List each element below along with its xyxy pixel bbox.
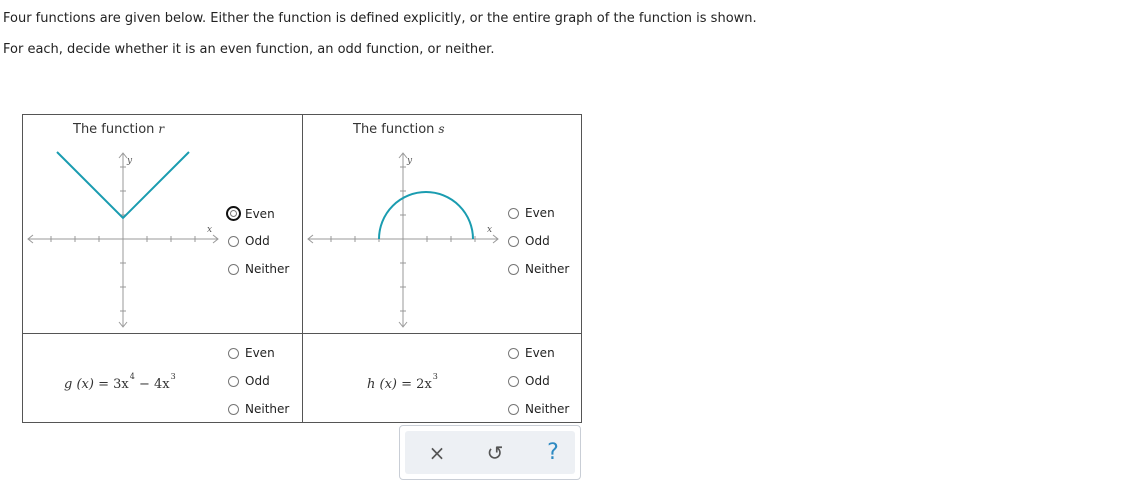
option-r-neither[interactable]: Neither	[228, 262, 289, 276]
answer-toolbar: × ↺ ?	[399, 425, 581, 480]
undo-icon[interactable]: ↺	[483, 441, 507, 465]
formula-h: h (x) = 2x3	[367, 372, 438, 392]
option-g-neither[interactable]: Neither	[228, 402, 289, 416]
graph-s: y x	[307, 152, 499, 328]
radio-h-neither[interactable]	[508, 403, 519, 415]
radio-s-odd[interactable]	[508, 235, 519, 247]
graph-s-x-label: x	[487, 225, 492, 235]
clear-icon[interactable]: ×	[425, 441, 449, 465]
radio-r-odd[interactable]	[228, 235, 239, 247]
instructions-line-1: Four functions are given below. Either t…	[3, 11, 757, 26]
graph-r-y-label: y	[126, 156, 133, 166]
radio-s-neither[interactable]	[508, 263, 519, 275]
answer-toolbar-inner: × ↺ ?	[405, 431, 575, 474]
option-s-odd[interactable]: Odd	[508, 234, 550, 248]
radio-h-odd[interactable]	[508, 375, 519, 387]
formula-g: g (x) = 3x4 − 4x3	[64, 372, 176, 392]
graph-s-y-label: y	[406, 156, 413, 166]
option-s-even[interactable]: Even	[508, 206, 555, 220]
radio-g-odd[interactable]	[228, 375, 239, 387]
graph-r: y x	[27, 151, 219, 328]
cell-function-h: h (x) = 2x3 Even Odd Neither	[303, 334, 581, 422]
graph-s-curve	[378, 191, 474, 240]
instructions-line-2: For each, decide whether it is an even f…	[3, 42, 495, 57]
radio-g-neither[interactable]	[228, 403, 239, 415]
option-r-odd[interactable]: Odd	[228, 234, 270, 248]
option-h-odd[interactable]: Odd	[508, 374, 550, 388]
cell-function-s: The function s y x Even Odd Neither	[303, 115, 581, 334]
radio-r-even[interactable]	[226, 206, 241, 221]
option-r-even[interactable]: Even	[226, 206, 275, 221]
radio-g-even[interactable]	[228, 347, 239, 359]
option-h-neither[interactable]: Neither	[508, 402, 569, 416]
cell-function-r: The function r y x Even Odd Neither	[23, 115, 303, 334]
option-h-even[interactable]: Even	[508, 346, 555, 360]
help-icon[interactable]: ?	[541, 441, 565, 465]
radio-h-even[interactable]	[508, 347, 519, 359]
radio-r-neither[interactable]	[228, 263, 239, 275]
cell-function-g: g (x) = 3x4 − 4x3 Even Odd Neither	[23, 334, 303, 422]
option-g-odd[interactable]: Odd	[228, 374, 270, 388]
option-s-neither[interactable]: Neither	[508, 262, 569, 276]
radio-s-even[interactable]	[508, 207, 519, 219]
graph-r-x-label: x	[207, 225, 212, 235]
functions-grid: The function r y x Even Odd Neither The …	[22, 114, 582, 423]
option-g-even[interactable]: Even	[228, 346, 275, 360]
